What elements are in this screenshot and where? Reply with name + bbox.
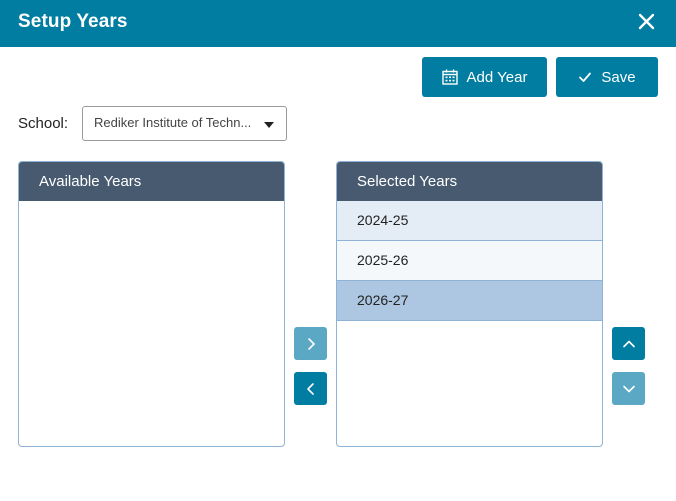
- dialog-title: Setup Years: [18, 11, 128, 32]
- move-down-button[interactable]: [612, 372, 645, 405]
- chevron-up-icon: [622, 340, 635, 347]
- school-label: School:: [18, 115, 69, 132]
- list-item-selected[interactable]: 2026-27: [337, 281, 602, 321]
- close-button[interactable]: [635, 10, 659, 34]
- school-select[interactable]: Rediker Institute of Techn...: [82, 106, 287, 141]
- available-years-panel: Available Years: [18, 161, 285, 447]
- move-right-button[interactable]: [294, 327, 327, 360]
- add-year-label: Add Year: [466, 68, 528, 86]
- move-up-button[interactable]: [612, 327, 645, 360]
- calendar-icon: [441, 69, 458, 85]
- save-button[interactable]: Save: [556, 57, 658, 97]
- available-years-header: Available Years: [19, 162, 284, 201]
- selected-years-header: Selected Years: [337, 162, 602, 201]
- school-select-value: Rediker Institute of Techn...: [94, 115, 252, 130]
- list-item[interactable]: 2025-26: [337, 241, 602, 281]
- list-item[interactable]: 2024-25: [337, 201, 602, 241]
- caret-down-icon: [264, 122, 274, 128]
- dialog-titlebar: Setup Years: [0, 0, 676, 47]
- close-icon: [638, 13, 655, 30]
- chevron-down-icon: [622, 385, 635, 392]
- chevron-right-icon: [307, 337, 315, 350]
- chevron-left-icon: [306, 382, 314, 395]
- move-left-button[interactable]: [294, 372, 327, 405]
- checkmark-icon: [579, 72, 592, 82]
- add-year-button[interactable]: Add Year: [422, 57, 547, 97]
- save-label: Save: [601, 68, 636, 86]
- selected-years-panel: Selected Years 2024-25 2025-26 2026-27: [336, 161, 603, 447]
- selected-years-list: 2024-25 2025-26 2026-27: [337, 201, 602, 321]
